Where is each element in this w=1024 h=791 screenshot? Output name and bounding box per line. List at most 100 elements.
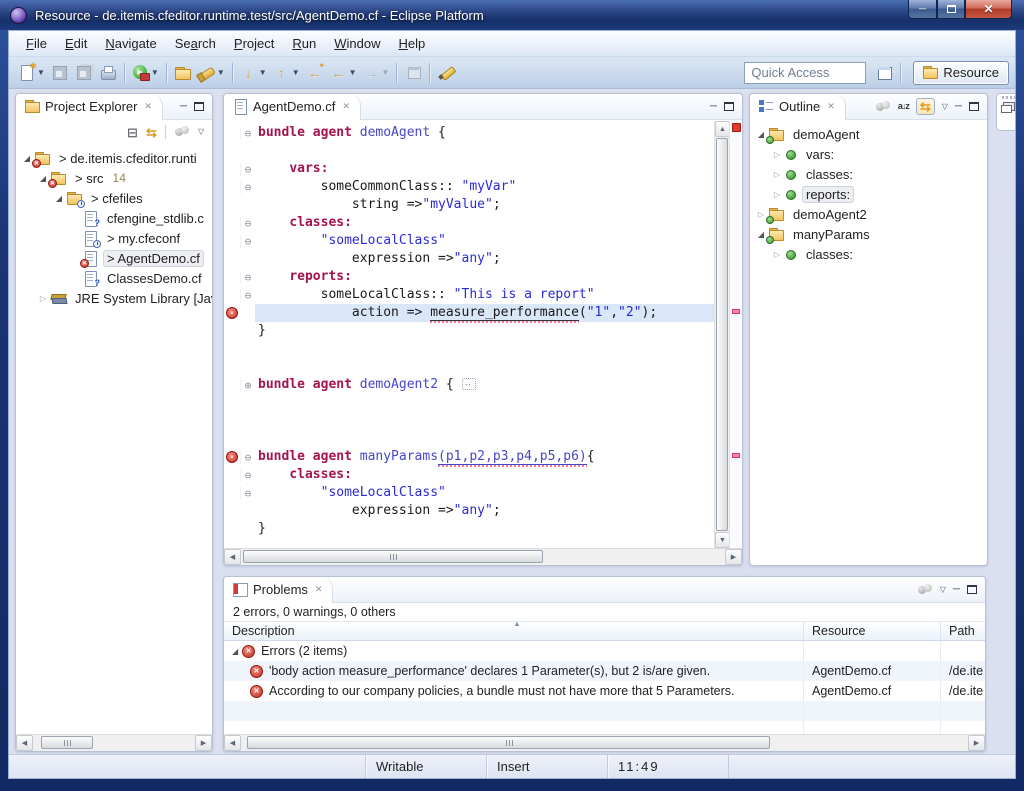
menu-window[interactable]: Window bbox=[325, 33, 389, 54]
scroll-down-icon[interactable]: ▼ bbox=[715, 532, 730, 548]
project-explorer-item[interactable]: ◢> cfefiles bbox=[16, 188, 212, 208]
code-line[interactable]: ⊖ classes: bbox=[224, 466, 714, 484]
project-explorer-item[interactable]: cfengine_stdlib.c bbox=[16, 208, 212, 228]
scroll-track[interactable] bbox=[241, 549, 725, 565]
link-with-editor-icon[interactable]: ⇆ bbox=[146, 126, 157, 139]
dropdown-arrow-icon[interactable]: ▼ bbox=[217, 68, 225, 77]
code-line[interactable] bbox=[224, 412, 714, 430]
editor-hscrollbar[interactable]: ◀ ▶ bbox=[224, 548, 742, 565]
minimize-view-icon[interactable]: ─ bbox=[953, 585, 960, 595]
scroll-left-icon[interactable]: ◀ bbox=[16, 735, 33, 751]
code-line[interactable]: ⊖bundle agent demoAgent { bbox=[224, 124, 714, 142]
resource-perspective-button[interactable]: Resource bbox=[913, 61, 1009, 85]
back-button[interactable]: ▼ bbox=[327, 61, 360, 85]
scroll-right-icon[interactable]: ▶ bbox=[725, 549, 742, 565]
fold-collapse-icon[interactable]: ⊖ bbox=[240, 217, 255, 230]
code-line[interactable]: ⊕bundle agent demoAgent2 { bbox=[224, 376, 714, 394]
scroll-track[interactable] bbox=[715, 137, 729, 532]
maximize-button[interactable] bbox=[937, 0, 965, 19]
outline-item[interactable]: ◢demoAgent bbox=[750, 124, 987, 144]
dropdown-arrow-icon[interactable]: ▼ bbox=[349, 68, 357, 77]
code-line[interactable]: ⊖ someCommonClass:: "myVar" bbox=[224, 178, 714, 196]
menu-project[interactable]: Project bbox=[225, 33, 283, 54]
scroll-thumb[interactable] bbox=[243, 550, 543, 563]
scroll-right-icon[interactable]: ▶ bbox=[968, 735, 985, 751]
dropdown-arrow-icon[interactable]: ▼ bbox=[37, 68, 45, 77]
dropdown-arrow-icon[interactable]: ▼ bbox=[151, 68, 159, 77]
code-area[interactable]: ⊖bundle agent demoAgent {⊖ vars:⊖ someCo… bbox=[224, 121, 714, 548]
gutter-error-marker[interactable] bbox=[224, 451, 240, 463]
dropdown-arrow-icon[interactable]: ▼ bbox=[259, 68, 267, 77]
editor-tab[interactable]: AgentDemo.cf ✕ bbox=[224, 94, 361, 120]
dropdown-arrow-icon[interactable]: ▼ bbox=[292, 68, 300, 77]
menu-navigate[interactable]: Navigate bbox=[96, 33, 165, 54]
new-wizard-button[interactable]: ▼ bbox=[15, 61, 48, 85]
scroll-track[interactable] bbox=[241, 735, 968, 751]
close-view-icon[interactable]: ✕ bbox=[827, 101, 835, 112]
problems-row[interactable]: According to our company policies, a bun… bbox=[224, 681, 985, 701]
menu-search[interactable]: Search bbox=[166, 33, 225, 54]
print-button[interactable] bbox=[96, 61, 120, 85]
view-menu-icon[interactable]: ▽ bbox=[942, 103, 948, 111]
collapsed-arrow-icon[interactable]: ▷ bbox=[770, 190, 784, 199]
dropdown-arrow-icon[interactable]: ▼ bbox=[382, 68, 390, 77]
drag-handle-icon[interactable] bbox=[1002, 96, 1015, 99]
project-explorer-hscrollbar[interactable]: ◀ ▶ bbox=[16, 734, 212, 751]
fold-collapse-icon[interactable]: ⊖ bbox=[240, 469, 255, 482]
save-button[interactable] bbox=[48, 61, 72, 85]
title-bar[interactable]: Resource - de.itemis.cfeditor.runtime.te… bbox=[0, 0, 1024, 30]
minimize-button[interactable]: ─ bbox=[908, 0, 937, 19]
project-explorer-item[interactable]: > AgentDemo.cf bbox=[16, 248, 212, 268]
focus-icon[interactable] bbox=[174, 126, 190, 138]
expanded-arrow-icon[interactable]: ◢ bbox=[232, 647, 238, 656]
outline-item[interactable]: ◢manyParams bbox=[750, 224, 987, 244]
menu-run[interactable]: Run bbox=[283, 33, 325, 54]
code-line[interactable]: ⊖ someLocalClass:: "This is a report" bbox=[224, 286, 714, 304]
code-line[interactable]: ⊖ "someLocalClass" bbox=[224, 232, 714, 250]
scroll-thumb[interactable] bbox=[716, 138, 728, 531]
maximize-view-icon[interactable] bbox=[969, 102, 979, 111]
folded-region-icon[interactable] bbox=[462, 378, 476, 390]
maximize-view-icon[interactable] bbox=[194, 102, 204, 111]
overview-ruler[interactable] bbox=[729, 121, 742, 548]
close-view-icon[interactable]: ✕ bbox=[315, 584, 323, 595]
fold-collapse-icon[interactable]: ⊖ bbox=[240, 289, 255, 302]
expanded-arrow-icon[interactable]: ◢ bbox=[52, 194, 66, 203]
fold-collapse-icon[interactable]: ⊖ bbox=[240, 181, 255, 194]
problems-tab[interactable]: Problems ✕ bbox=[224, 577, 333, 603]
close-button[interactable]: ✕ bbox=[965, 0, 1012, 19]
code-line[interactable]: ⊖ "someLocalClass" bbox=[224, 484, 714, 502]
error-marker-icon[interactable] bbox=[732, 453, 740, 458]
scroll-left-icon[interactable]: ◀ bbox=[224, 549, 241, 565]
fold-collapse-icon[interactable]: ⊖ bbox=[240, 163, 255, 176]
problems-row[interactable]: 'body action measure_performance' declar… bbox=[224, 661, 985, 681]
next-annotation-button[interactable]: ▼ bbox=[237, 61, 270, 85]
code-line[interactable]: ⊖ classes: bbox=[224, 214, 714, 232]
search-button[interactable]: ▼ bbox=[195, 61, 228, 85]
code-line[interactable]: string =>"myValue"; bbox=[224, 196, 714, 214]
link-with-editor-icon[interactable]: ⇆ bbox=[916, 98, 935, 115]
code-line[interactable]: expression =>"any"; bbox=[224, 502, 714, 520]
collapsed-arrow-icon[interactable]: ▷ bbox=[36, 294, 50, 303]
project-explorer-item[interactable]: ◢> src14 bbox=[16, 168, 212, 188]
code-line[interactable]: expression =>"any"; bbox=[224, 250, 714, 268]
project-explorer-item[interactable]: ▷JRE System Library [Jav bbox=[16, 288, 212, 308]
view-menu-icon[interactable]: ▽ bbox=[198, 128, 204, 136]
collapse-all-icon[interactable]: ⊟ bbox=[127, 126, 138, 139]
maximize-editor-icon[interactable] bbox=[724, 102, 734, 111]
collapsed-arrow-icon[interactable]: ▷ bbox=[770, 150, 784, 159]
fold-collapse-icon[interactable]: ⊖ bbox=[240, 451, 255, 464]
column-header-description[interactable]: Description▲ bbox=[224, 622, 804, 640]
fold-collapse-icon[interactable]: ⊖ bbox=[240, 127, 255, 140]
scroll-thumb[interactable] bbox=[247, 736, 770, 749]
outline-item[interactable]: ▷classes: bbox=[750, 244, 987, 264]
open-resource-button[interactable] bbox=[171, 61, 195, 85]
fold-collapse-icon[interactable]: ⊖ bbox=[240, 487, 255, 500]
problems-hscrollbar[interactable]: ◀ ▶ bbox=[224, 734, 985, 751]
scroll-up-icon[interactable]: ▲ bbox=[715, 121, 730, 137]
close-editor-icon[interactable]: ✕ bbox=[342, 101, 350, 112]
scroll-thumb[interactable] bbox=[41, 736, 93, 749]
menu-edit[interactable]: Edit bbox=[56, 33, 96, 54]
outline-item[interactable]: ▷reports: bbox=[750, 184, 987, 204]
project-explorer-tab[interactable]: Project Explorer ✕ bbox=[16, 94, 163, 120]
